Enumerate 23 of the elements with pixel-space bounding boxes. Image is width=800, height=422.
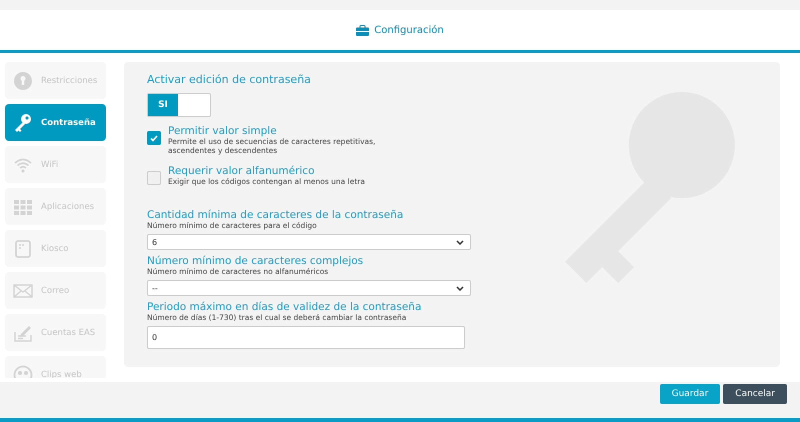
cancel-button[interactable]: Cancelar <box>723 384 787 404</box>
option-label: Requerir valor alfanumérico <box>168 165 316 177</box>
checkbox[interactable] <box>147 171 161 185</box>
field-label: Cantidad mínima de caracteres de la contraseña <box>147 209 404 221</box>
dropdown[interactable]: -- <box>147 280 471 296</box>
toggle-switch[interactable]: SI <box>147 93 211 117</box>
field-label: Periodo máximo en días de validez de la contraseña <box>147 301 422 313</box>
dropdown[interactable]: 6 <box>147 234 471 250</box>
page-title: Configuración <box>374 24 444 36</box>
option-label: Permitir valor simple <box>168 125 278 137</box>
checkmark-icon <box>150 134 158 142</box>
save-button[interactable]: Guardar <box>660 384 720 404</box>
field-label: Número mínimo de caracteres complejos <box>147 255 364 267</box>
chevron-down-icon <box>456 286 464 290</box>
section-heading: Activar edición de contraseña <box>147 73 312 86</box>
input-field[interactable]: 0 <box>147 326 465 349</box>
checkbox[interactable] <box>147 131 161 145</box>
key-icon <box>13 112 33 132</box>
keyhole-icon <box>13 70 33 90</box>
chevron-down-icon <box>456 240 464 244</box>
tablet-icon <box>13 238 33 258</box>
sidebar-item[interactable]: Contraseña <box>5 104 106 141</box>
briefcase-icon <box>356 24 370 36</box>
